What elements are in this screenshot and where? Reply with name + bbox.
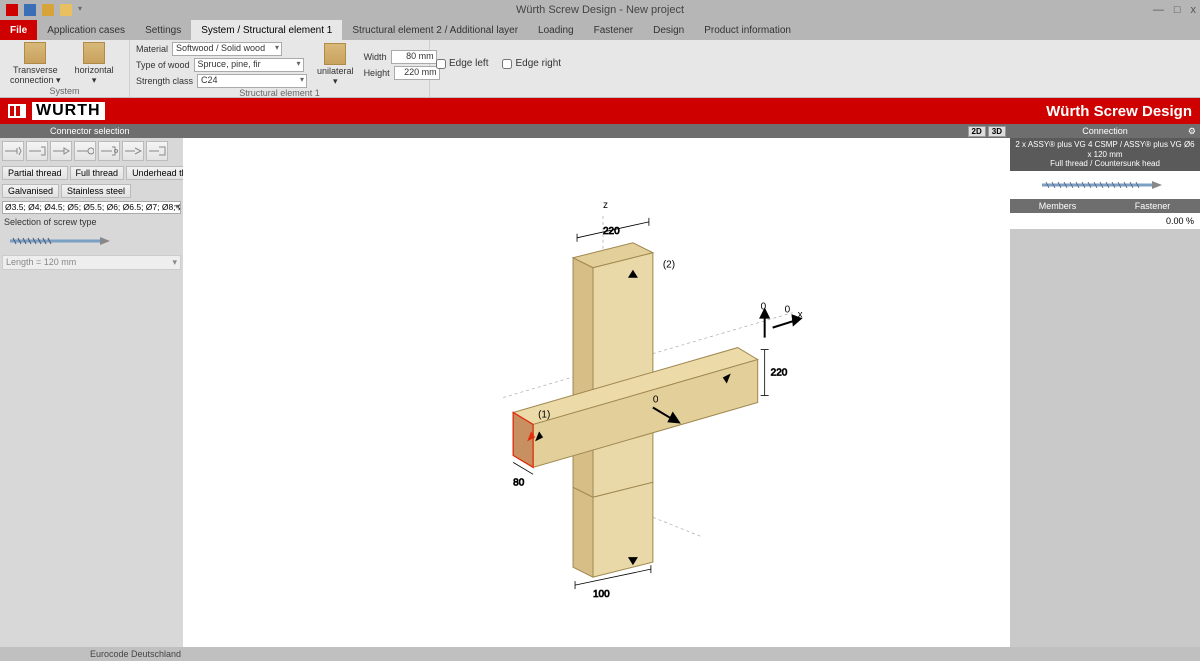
wood-type-combo[interactable]: Spruce, pine, fir [194,58,304,72]
status-code: Eurocode Deutschland [90,649,181,659]
screw-type-3[interactable] [50,141,72,161]
save-icon[interactable] [24,4,36,16]
material-combo[interactable]: Softwood / Solid wood [172,42,282,56]
qa-icon-1[interactable] [6,4,18,16]
qa-dropdown-icon[interactable]: ▾ [78,4,82,16]
connection-config-icon[interactable]: ⚙ [1188,126,1196,137]
dim-right: 220 [771,368,788,379]
member-2-label: (2) [663,260,675,271]
connector-selection-header: Connector selection [0,124,183,138]
screw-type-6[interactable] [122,141,144,161]
connection-panel: 2 x ASSY® plus VG 4 CSMP / ASSY® plus VG… [1010,138,1200,647]
strength-label: Strength class [136,76,193,86]
tab-application-cases[interactable]: Application cases [37,20,135,40]
transverse-connection-button[interactable]: Transverse connection ▾ [6,42,65,86]
origin-side-0: 0 [785,305,791,316]
results-table-header: Members Fastener [1010,199,1200,213]
tab-loading[interactable]: Loading [528,20,584,40]
brand-bar: WURTH Würth Screw Design [0,98,1200,124]
tab-settings[interactable]: Settings [135,20,191,40]
diameter-combo[interactable]: Ø3.5; Ø4; Ø4.5; Ø5; Ø5.5; Ø6; Ø6.5; Ø7; … [2,201,181,214]
screw-preview[interactable] [0,229,183,253]
viewport-3d[interactable]: z x [183,138,1010,647]
fastener-utilisation: 0.00 % [1105,213,1200,229]
height-label: Height [364,68,390,78]
length-combo[interactable]: Length = 120 mm▾ [2,255,181,270]
screw-head-icons [0,138,183,164]
edge-left-checkbox[interactable]: Edge left [436,58,488,69]
tab-system-element1[interactable]: System / Structural element 1 [191,20,342,40]
material-label: Material [136,44,168,54]
maximize-button[interactable]: □ [1174,4,1181,16]
dim-bottom: 100 [593,589,610,600]
connection-description: 2 x ASSY® plus VG 4 CSMP / ASSY® plus VG… [1010,138,1200,171]
width-label: Width [364,52,387,62]
view-2d-button[interactable]: 2D [968,126,986,137]
panel-headers: Connector selection 2D 3D Connection ⚙ [0,124,1200,138]
screw-type-1[interactable] [2,141,24,161]
brand-product: Würth Screw Design [1046,103,1192,120]
tab-product-info[interactable]: Product information [694,20,801,40]
horizontal-icon [83,42,105,64]
title-bar: ▾ Würth Screw Design - New project — □ x [0,0,1200,20]
col-fastener: Fastener [1105,199,1200,213]
group-system-label: System [6,86,123,97]
member-1-label: (1) [538,409,550,420]
group-elem1-label: Structural element 1 [136,88,423,98]
screw-type-2[interactable] [26,141,48,161]
minimize-button[interactable]: — [1153,4,1164,16]
status-bar: Eurocode Deutschland [0,647,1200,661]
origin-top-0: 0 [761,302,767,313]
wood-type-label: Type of wood [136,60,190,70]
edge-right-checkbox[interactable]: Edge right [502,58,561,69]
dim-top: 220 [603,226,620,237]
wurth-logo-icon [8,104,26,118]
close-button[interactable]: x [1191,4,1197,16]
brand-name: WURTH [32,102,105,120]
tab-design[interactable]: Design [643,20,694,40]
connector-selection-panel: Partial thread Full thread Underhead thr… [0,138,183,647]
folder-open-icon[interactable] [60,4,72,16]
main-area: Partial thread Full thread Underhead thr… [0,138,1200,647]
galvanised-toggle[interactable]: Galvanised [2,184,59,198]
folder-icon[interactable] [42,4,54,16]
selection-screw-type-label: Selection of screw type [0,215,183,229]
tab-file[interactable]: File [0,20,37,40]
col-members: Members [1010,199,1105,213]
partial-thread-toggle[interactable]: Partial thread [2,166,68,180]
ribbon-tabs: File Application cases Settings System /… [0,20,1200,40]
tab-system-element2[interactable]: Structural element 2 / Additional layer [342,20,528,40]
unilateral-icon [324,43,346,65]
screw-type-4[interactable] [74,141,96,161]
screw-type-7[interactable] [146,141,168,161]
full-thread-toggle[interactable]: Full thread [70,166,125,180]
window-title: Würth Screw Design - New project [0,4,1200,16]
origin-center-0: 0 [653,394,659,405]
horizontal-button[interactable]: horizontal ▾ [71,42,118,86]
screw-type-5[interactable] [98,141,120,161]
ribbon: Transverse connection ▾ horizontal ▾ Sys… [0,40,1200,98]
dim-left: 80 [513,477,525,488]
z-axis-label: z [603,200,608,211]
strength-combo[interactable]: C24 [197,74,307,88]
transverse-icon [24,42,46,64]
screw-preview-icon [8,234,128,248]
unilateral-button[interactable]: unilateral ▾ [313,43,358,87]
stainless-steel-toggle[interactable]: Stainless steel [61,184,131,198]
tab-fastener[interactable]: Fastener [584,20,643,40]
view-3d-button[interactable]: 3D [988,126,1006,137]
connection-screw-preview [1010,171,1200,199]
results-table-row: 0.00 % [1010,213,1200,229]
connection-header: Connection [1082,126,1128,136]
